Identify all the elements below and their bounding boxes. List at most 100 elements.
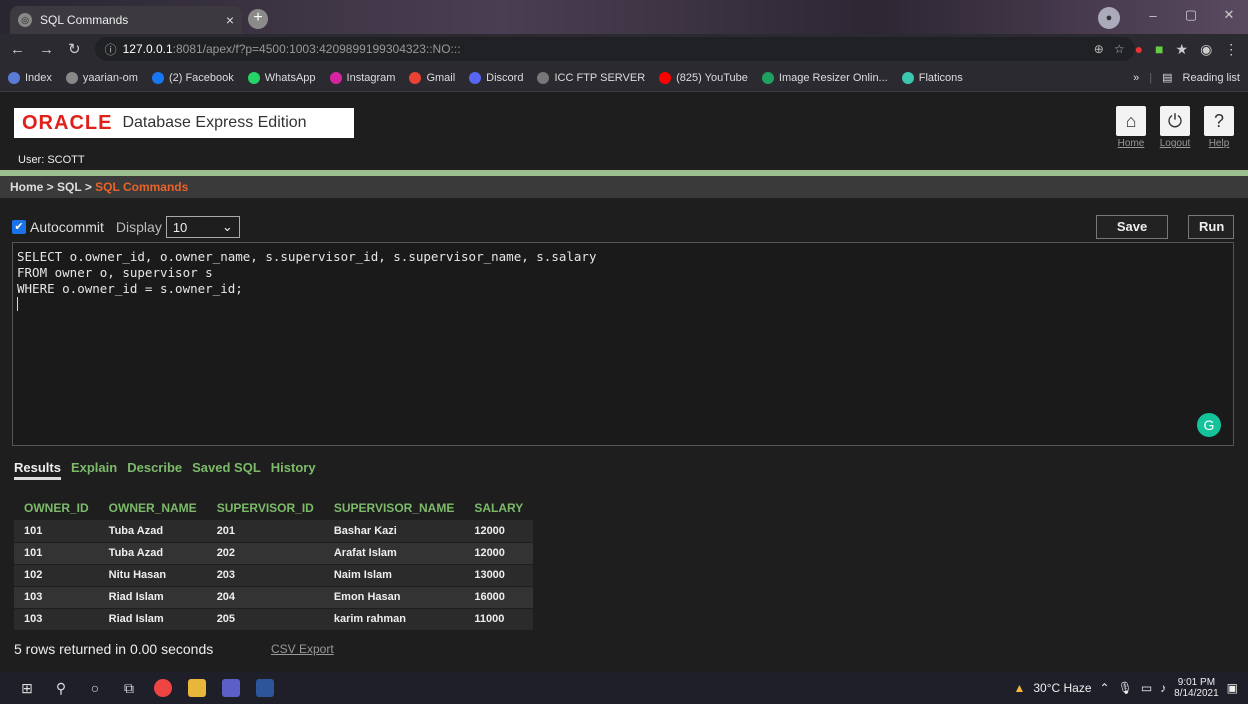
logout-button[interactable]: ⏻ Logout <box>1156 106 1194 149</box>
profile-icon[interactable]: ◉ <box>1200 41 1212 58</box>
bookmark-favicon-icon <box>537 71 550 84</box>
column-header[interactable]: SUPERVISOR_NAME <box>323 496 465 520</box>
search-icon[interactable]: ⚲ <box>44 672 78 704</box>
chrome-icon[interactable] <box>146 672 180 704</box>
window-close-icon[interactable]: ✕ <box>1210 0 1248 30</box>
result-tab[interactable]: Results <box>14 460 61 480</box>
table-cell: 13000 <box>464 564 534 587</box>
extension-icon[interactable]: ● <box>1135 41 1143 58</box>
reload-icon[interactable]: ↻ <box>68 40 81 58</box>
csv-export-link[interactable]: CSV Export <box>271 642 334 656</box>
microphone-icon[interactable]: 🎙 <box>1118 681 1133 695</box>
address-bar[interactable]: ⓘ 127.0.0.1 :8081/apex/f?p=4500:1003:420… <box>94 37 1135 61</box>
bookmark-star-icon[interactable]: ☆ <box>1114 42 1125 56</box>
help-button[interactable]: ? Help <box>1200 106 1238 149</box>
save-button[interactable]: Save <box>1096 215 1168 239</box>
text-cursor <box>17 297 18 311</box>
table-cell: Naim Islam <box>323 564 465 587</box>
weather-text[interactable]: 30°C Haze <box>1033 681 1091 695</box>
task-view-icon[interactable]: ⧉ <box>112 672 146 704</box>
column-header[interactable]: SUPERVISOR_ID <box>206 496 324 520</box>
table-cell: 202 <box>206 542 324 565</box>
oracle-logo: ORACLE Database Express Edition <box>14 108 354 138</box>
zoom-icon[interactable]: ⊕ <box>1094 42 1104 56</box>
new-tab-button[interactable]: + <box>248 9 268 29</box>
reading-list-icon[interactable]: ▤ <box>1162 71 1172 84</box>
bookmark-item[interactable]: Instagram <box>329 71 395 84</box>
bookmark-label: yaarian-om <box>82 71 138 84</box>
run-button[interactable]: Run <box>1188 215 1234 239</box>
result-tabs: Results Explain Describe Saved SQL History <box>14 460 316 480</box>
bookmark-favicon-icon <box>409 71 422 84</box>
extension-icon[interactable]: ■ <box>1155 41 1163 58</box>
volume-icon[interactable]: ♪ <box>1160 681 1166 695</box>
result-tab[interactable]: Describe <box>127 460 182 480</box>
word-icon[interactable] <box>248 672 282 704</box>
grammarly-icon[interactable]: G <box>1197 413 1221 437</box>
bookmark-label: Image Resizer Onlin... <box>778 71 888 84</box>
close-tab-icon[interactable]: × <box>226 12 234 28</box>
windows-start-icon[interactable]: ⊞ <box>10 672 44 704</box>
display-select[interactable]: 10 ⌄ <box>165 216 240 238</box>
table-cell: 201 <box>206 520 324 543</box>
home-icon: ⌂ <box>1116 106 1146 136</box>
extensions-puzzle-icon[interactable]: ★ <box>1176 41 1189 58</box>
table-cell: Riad Islam <box>98 586 207 609</box>
bookmark-item[interactable]: Index <box>8 71 52 84</box>
teams-icon[interactable] <box>214 672 248 704</box>
bookmark-item[interactable]: Flaticons <box>901 71 963 84</box>
autocommit-checkbox[interactable]: ✔ <box>12 220 26 234</box>
bookmark-item[interactable]: ICC FTP SERVER <box>537 71 646 84</box>
reading-list-link[interactable]: Reading list <box>1183 72 1240 84</box>
editor-line: SELECT o.owner_id, o.owner_name, s.super… <box>17 249 597 264</box>
clock-date: 8/14/2021 <box>1174 688 1219 699</box>
bookmark-label: ICC FTP SERVER <box>554 71 646 84</box>
bookmark-favicon-icon <box>329 71 342 84</box>
more-bookmarks-icon[interactable]: » <box>1133 72 1139 84</box>
bookmark-favicon-icon <box>761 71 774 84</box>
column-header[interactable]: OWNER_NAME <box>98 496 207 520</box>
help-link[interactable]: Help <box>1200 138 1238 149</box>
url-path: :8081/apex/f?p=4500:1003:420989919930432… <box>172 42 461 56</box>
result-tab[interactable]: History <box>271 460 316 480</box>
breadcrumb-sql[interactable]: SQL <box>57 180 81 194</box>
bookmark-item[interactable]: Discord <box>469 71 524 84</box>
menu-icon[interactable]: ⋮ <box>1224 41 1238 58</box>
bookmark-item[interactable]: Image Resizer Onlin... <box>761 71 888 84</box>
rows-summary: 5 rows returned in 0.00 seconds <box>14 641 214 657</box>
logout-link[interactable]: Logout <box>1156 138 1194 149</box>
file-explorer-icon[interactable] <box>180 672 214 704</box>
notification-icon[interactable]: ▣ <box>1227 681 1238 695</box>
minimize-icon[interactable]: – <box>1134 0 1172 30</box>
help-icon: ? <box>1204 106 1234 136</box>
result-tab[interactable]: Saved SQL <box>192 460 261 480</box>
cortana-icon[interactable]: ○ <box>78 672 112 704</box>
browser-tab[interactable]: ◎ SQL Commands × <box>10 6 242 34</box>
bookmark-item[interactable]: (2) Facebook <box>151 71 234 84</box>
breadcrumb-home[interactable]: Home <box>10 180 43 194</box>
bookmark-item[interactable]: Gmail <box>409 71 455 84</box>
bookmark-item[interactable]: yaarian-om <box>65 71 138 84</box>
network-icon[interactable]: ▭ <box>1141 681 1152 695</box>
column-header[interactable]: SALARY <box>464 496 534 520</box>
clock[interactable]: 9:01 PM 8/14/2021 <box>1174 677 1219 699</box>
table-cell: karim rahman <box>323 608 465 631</box>
result-tab[interactable]: Explain <box>71 460 117 480</box>
home-link[interactable]: Home <box>1112 138 1150 149</box>
tray-chevron-icon[interactable]: ⌃ <box>1100 681 1110 695</box>
home-button[interactable]: ⌂ Home <box>1112 106 1150 149</box>
back-icon[interactable]: ← <box>10 41 25 58</box>
profile-avatar[interactable]: ● <box>1098 7 1120 29</box>
bookmark-item[interactable]: (825) YouTube <box>659 71 748 84</box>
sql-editor[interactable]: SELECT o.owner_id, o.owner_name, s.super… <box>12 242 1234 446</box>
table-cell: 103 <box>14 586 99 609</box>
forward-icon[interactable]: → <box>39 41 54 58</box>
tab-title: SQL Commands <box>40 13 129 27</box>
system-tray: ▲ 30°C Haze ⌃ 🎙 ▭ ♪ 9:01 PM 8/14/2021 ▣ <box>1013 677 1238 699</box>
maximize-icon[interactable]: ▢ <box>1172 0 1210 30</box>
table-cell: Emon Hasan <box>323 586 465 609</box>
column-header[interactable]: OWNER_ID <box>14 496 99 520</box>
bookmark-item[interactable]: WhatsApp <box>247 71 316 84</box>
table-cell: Bashar Kazi <box>323 520 465 543</box>
bookmark-label: Discord <box>486 71 524 84</box>
